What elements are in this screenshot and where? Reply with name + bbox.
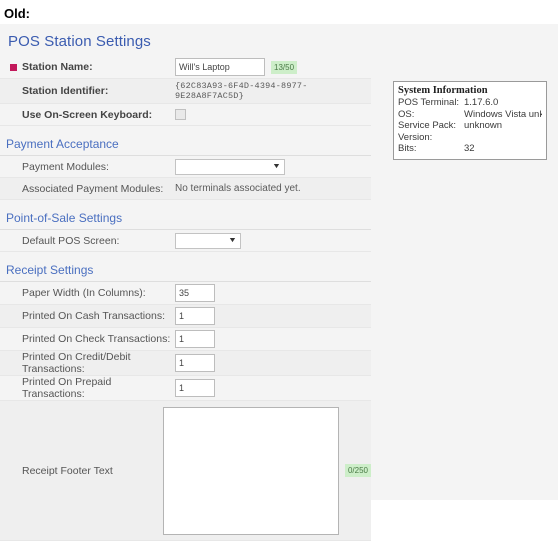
prepaid-transactions-label: Printed On Prepaid Transactions:: [22, 376, 112, 400]
payment-modules-select[interactable]: ▼: [175, 158, 285, 175]
payment-modules-value: ▼: [175, 156, 371, 177]
cash-transactions-value: [175, 305, 371, 327]
system-info-key: Bits:: [398, 143, 417, 154]
station-identifier-value-wrap: {62C83A93-6F4D-4394-8977-9E28A8F7AC5D}: [175, 79, 371, 103]
system-information-panel: System Information POS Terminal: 1.17.6.…: [393, 81, 547, 160]
receipt-footer-text-label: Receipt Footer Text: [22, 464, 113, 477]
field-row-check-transactions: Printed On Check Transactions:: [0, 328, 371, 351]
field-row-cash-transactions: Printed On Cash Transactions:: [0, 305, 371, 328]
field-row-station-name: Station Name: 13/50: [0, 56, 371, 79]
system-info-row: Version:: [398, 132, 542, 144]
chevron-down-icon: ▼: [272, 163, 282, 170]
field-row-receipt-footer-text: Receipt Footer Text 0/250: [0, 401, 371, 541]
onscreen-keyboard-checkbox[interactable]: [175, 109, 186, 120]
section-heading-receipt-settings: Receipt Settings: [0, 252, 371, 282]
station-identifier-value: {62C83A93-6F4D-4394-8977-9E28A8F7AC5D}: [175, 81, 308, 101]
system-info-key: OS:: [398, 108, 415, 120]
station-name-label: Station Name:: [22, 61, 93, 73]
onscreen-keyboard-value: [175, 104, 371, 125]
cash-transactions-input[interactable]: [175, 307, 215, 325]
cash-transactions-label: Printed On Cash Transactions:: [22, 310, 165, 322]
system-info-value: 1.17.6.0: [464, 97, 499, 108]
settings-form: Station Name: 13/50 Station Identifier: …: [0, 56, 371, 541]
field-row-paper-width: Paper Width (In Columns):: [0, 282, 371, 305]
screenshot-caption: Old:: [4, 6, 30, 21]
prepaid-transactions-value: [175, 377, 371, 399]
system-info-row: Bits: 32: [398, 143, 542, 155]
paper-width-value: [175, 282, 371, 304]
associated-payment-modules-value: No terminals associated yet.: [175, 183, 301, 194]
field-row-credit-debit-transactions: Printed On Credit/Debit Transactions:: [0, 351, 371, 376]
station-name-label-wrap: Station Name:: [0, 61, 175, 73]
associated-payment-modules-value-wrap: No terminals associated yet.: [175, 178, 371, 199]
required-marker-icon: [10, 63, 17, 71]
station-name-counter: 13/50: [271, 60, 298, 74]
payment-modules-label: Payment Modules:: [22, 160, 109, 173]
default-pos-screen-select[interactable]: ▼: [175, 232, 241, 249]
field-row-default-pos-screen: Default POS Screen: ▼: [0, 230, 371, 252]
associated-payment-modules-label: Associated Payment Modules:: [22, 182, 164, 195]
system-info-value: 32: [464, 143, 475, 154]
field-row-payment-modules: Payment Modules: ▼: [0, 156, 371, 178]
check-transactions-input[interactable]: [175, 330, 215, 348]
system-info-row: POS Terminal: 1.17.6.0: [398, 97, 542, 109]
section-heading-pos-settings: Point-of-Sale Settings: [0, 200, 371, 230]
field-row-onscreen-keyboard: Use On-Screen Keyboard:: [0, 104, 371, 126]
system-info-key: Service Pack:: [398, 120, 457, 131]
settings-page: POS Station Settings Station Name: 13/50…: [0, 24, 558, 541]
system-info-value: Windows Vista unknown: [464, 108, 542, 120]
receipt-footer-text-value: 0/250: [162, 405, 371, 537]
chevron-down-icon: ▼: [228, 237, 238, 244]
paper-width-label: Paper Width (In Columns):: [22, 287, 146, 299]
system-information-title: System Information: [398, 85, 488, 96]
section-heading-payment-acceptance: Payment Acceptance: [0, 126, 371, 156]
receipt-footer-textarea[interactable]: [162, 406, 339, 535]
onscreen-keyboard-label: Use On-Screen Keyboard:: [22, 108, 153, 121]
system-info-key: POS Terminal:: [398, 97, 460, 108]
system-info-row: Service Pack: unknown: [398, 120, 542, 132]
credit-debit-transactions-input[interactable]: [175, 354, 215, 372]
receipt-footer-counter: 0/250: [344, 464, 371, 477]
default-pos-screen-label: Default POS Screen:: [22, 234, 120, 247]
field-row-associated-payment-modules: Associated Payment Modules: No terminals…: [0, 178, 371, 200]
default-pos-screen-value: ▼: [175, 230, 371, 251]
station-name-value: 13/50: [175, 56, 371, 78]
credit-debit-transactions-label: Printed On Credit/Debit Transactions:: [22, 351, 131, 375]
page-title: POS Station Settings: [8, 33, 151, 50]
credit-debit-transactions-value: [175, 352, 371, 374]
station-name-input[interactable]: [175, 58, 265, 76]
field-row-station-identifier: Station Identifier: {62C83A93-6F4D-4394-…: [0, 79, 371, 104]
field-row-prepaid-transactions: Printed On Prepaid Transactions:: [0, 376, 371, 401]
station-identifier-label: Station Identifier:: [22, 85, 109, 97]
system-info-value: unknown: [464, 120, 503, 131]
prepaid-transactions-input[interactable]: [175, 379, 215, 397]
check-transactions-value: [175, 328, 371, 350]
check-transactions-label: Printed On Check Transactions:: [22, 333, 171, 345]
system-info-row: OS: Windows Vista unknown: [398, 109, 542, 121]
paper-width-input[interactable]: [175, 284, 215, 302]
system-info-key: Version:: [398, 131, 433, 143]
